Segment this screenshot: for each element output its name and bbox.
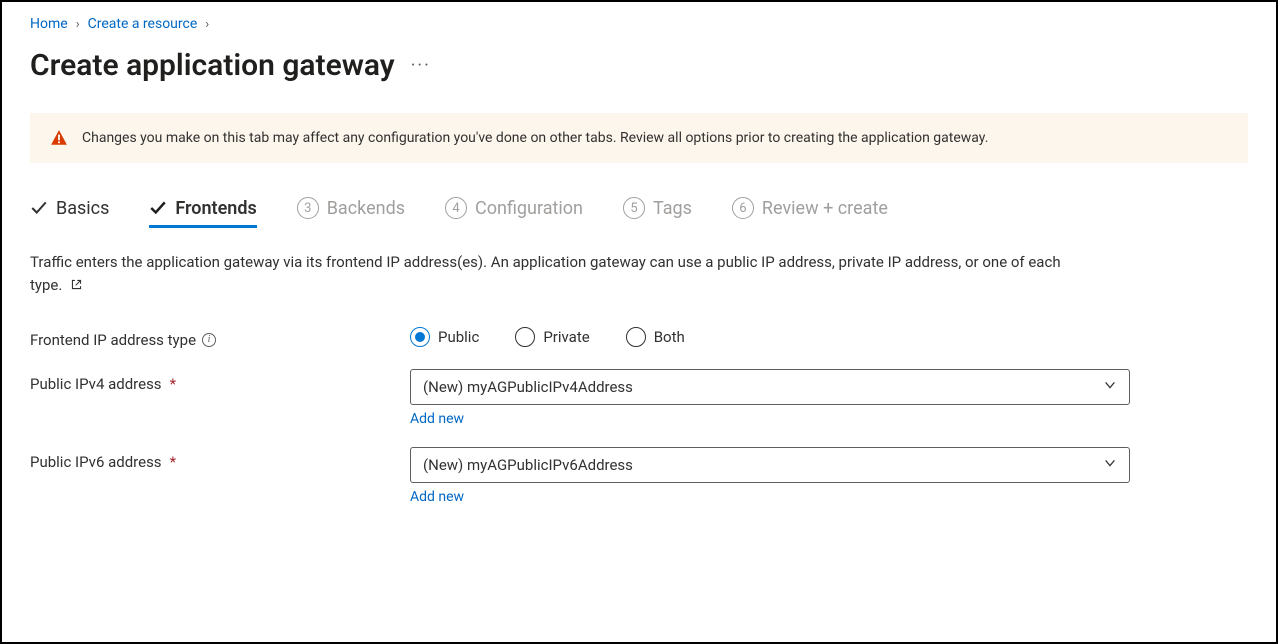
tab-basics[interactable]: Basics (30, 198, 109, 227)
breadcrumb: Home › Create a resource › (30, 16, 1248, 32)
tab-tags[interactable]: 5 Tags (623, 197, 692, 227)
warning-icon (50, 129, 68, 147)
check-icon (149, 199, 167, 217)
breadcrumb-home[interactable]: Home (30, 16, 68, 32)
radio-circle (410, 327, 430, 347)
radio-label: Public (438, 328, 479, 346)
breadcrumb-separator: › (76, 17, 80, 32)
title-row: Create application gateway ··· (30, 48, 1248, 83)
label-text: Public IPv6 address (30, 453, 162, 471)
row-public-ipv4: Public IPv4 address * (New) myAGPublicIP… (30, 369, 1248, 427)
tab-label: Tags (653, 198, 692, 219)
radio-circle (515, 327, 535, 347)
tab-label: Review + create (762, 198, 888, 219)
external-link-icon[interactable] (70, 275, 83, 298)
chevron-down-icon (1103, 456, 1117, 474)
tab-backends[interactable]: 3 Backends (297, 197, 405, 227)
required-asterisk: * (170, 375, 176, 393)
tab-configuration[interactable]: 4 Configuration (445, 197, 583, 227)
warning-text: Changes you make on this tab may affect … (82, 130, 988, 146)
required-asterisk: * (170, 453, 176, 471)
tab-label: Configuration (475, 198, 583, 219)
radio-label: Both (654, 328, 685, 346)
tab-review-create[interactable]: 6 Review + create (732, 197, 888, 227)
warning-banner: Changes you make on this tab may affect … (30, 113, 1248, 163)
page-title: Create application gateway (30, 48, 395, 83)
step-number: 6 (732, 197, 754, 219)
check-icon (30, 199, 48, 217)
step-number: 5 (623, 197, 645, 219)
add-new-ipv4-link[interactable]: Add new (410, 411, 464, 427)
chevron-down-icon (1103, 378, 1117, 396)
step-number: 4 (445, 197, 467, 219)
breadcrumb-create-resource[interactable]: Create a resource (88, 16, 198, 32)
radio-group-frontend-type: Public Private Both (410, 325, 1130, 347)
select-public-ipv4[interactable]: (New) myAGPublicIPv4Address (410, 369, 1130, 405)
label-frontend-ip-type: Frontend IP address type i (30, 325, 410, 349)
label-text: Public IPv4 address (30, 375, 162, 393)
tab-frontends[interactable]: Frontends (149, 198, 256, 227)
tab-label: Basics (56, 198, 109, 219)
more-actions-button[interactable]: ··· (411, 55, 431, 76)
tab-label: Backends (327, 198, 405, 219)
label-public-ipv4: Public IPv4 address * (30, 369, 410, 393)
radio-both[interactable]: Both (626, 327, 685, 347)
label-text: Frontend IP address type (30, 331, 196, 349)
info-icon[interactable]: i (202, 333, 216, 347)
radio-label: Private (543, 328, 589, 346)
radio-circle (626, 327, 646, 347)
breadcrumb-separator: › (205, 17, 209, 32)
row-public-ipv6: Public IPv6 address * (New) myAGPublicIP… (30, 447, 1248, 505)
label-public-ipv6: Public IPv6 address * (30, 447, 410, 471)
wizard-tabs: Basics Frontends 3 Backends 4 Configurat… (30, 197, 1248, 227)
row-frontend-ip-type: Frontend IP address type i Public Privat… (30, 325, 1248, 349)
description-text: Traffic enters the application gateway v… (30, 253, 1061, 294)
tab-label: Frontends (175, 198, 256, 219)
step-number: 3 (297, 197, 319, 219)
radio-private[interactable]: Private (515, 327, 589, 347)
select-public-ipv6[interactable]: (New) myAGPublicIPv6Address (410, 447, 1130, 483)
select-value: (New) myAGPublicIPv4Address (423, 378, 633, 396)
add-new-ipv6-link[interactable]: Add new (410, 489, 464, 505)
frontends-description: Traffic enters the application gateway v… (30, 251, 1090, 299)
radio-public[interactable]: Public (410, 327, 479, 347)
select-value: (New) myAGPublicIPv6Address (423, 456, 633, 474)
